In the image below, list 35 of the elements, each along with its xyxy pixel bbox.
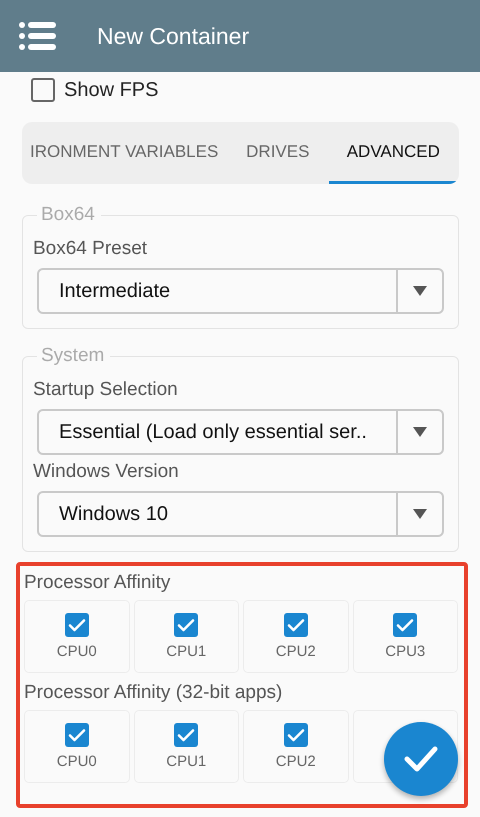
dropdown[interactable]: Essential (Load only essential ser.. xyxy=(37,409,444,455)
group-title: System xyxy=(40,345,106,367)
dropdown-arrow-icon xyxy=(413,427,427,437)
checkmark-icon xyxy=(404,746,438,772)
checkbox[interactable] xyxy=(284,613,308,637)
section-title: Processor Affinity (32-bit apps) xyxy=(24,680,284,704)
app-title: New Container xyxy=(97,22,250,50)
field-label: Startup Selection xyxy=(33,379,179,401)
section-title: Processor Affinity xyxy=(24,570,172,594)
checkbox[interactable] xyxy=(64,723,89,747)
checkbox-label[interactable]: CPU2 xyxy=(276,643,316,660)
checkbox-label[interactable]: Show FPS xyxy=(64,78,158,102)
dropdown[interactable]: Intermediate xyxy=(37,268,444,314)
tab[interactable]: DRIVES xyxy=(226,122,330,184)
dropdown-arrow-icon xyxy=(413,509,427,519)
checkbox-label[interactable]: CPU3 xyxy=(385,643,426,660)
checkbox[interactable] xyxy=(393,613,418,637)
field-label: Windows Version xyxy=(33,461,180,483)
menu-icon[interactable] xyxy=(19,22,56,50)
checkbox-label[interactable]: CPU1 xyxy=(166,753,206,770)
checkbox[interactable] xyxy=(64,613,89,637)
checkbox[interactable] xyxy=(174,613,198,637)
checkbox-label[interactable]: CPU2 xyxy=(276,753,316,770)
checkbox[interactable] xyxy=(31,78,55,102)
checkbox[interactable] xyxy=(284,723,308,747)
dropdown[interactable]: Windows 10 xyxy=(37,491,444,537)
group-title: Box64 xyxy=(40,204,96,226)
tab[interactable]: IRONMENT VARIABLES xyxy=(22,122,226,184)
field-label: Box64 Preset xyxy=(33,238,148,260)
dropdown-arrow-icon xyxy=(413,286,427,296)
checkbox-label[interactable]: CPU0 xyxy=(56,643,97,660)
checkbox[interactable] xyxy=(174,723,198,747)
checkbox-label[interactable]: CPU0 xyxy=(56,753,97,770)
checkbox-label[interactable]: CPU1 xyxy=(166,643,206,660)
tab[interactable]: ADVANCED xyxy=(329,122,458,184)
